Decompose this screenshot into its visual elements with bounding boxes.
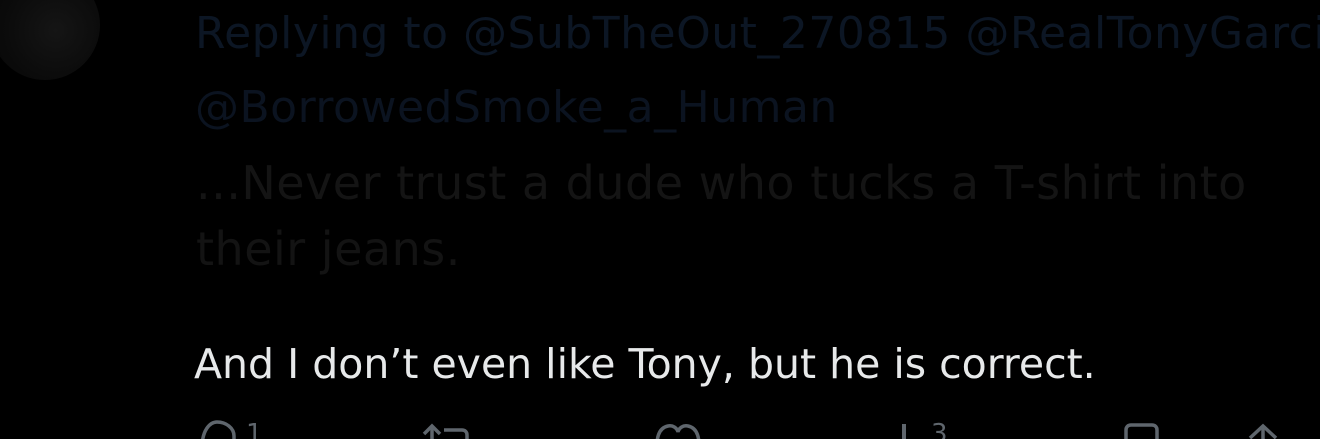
avatar[interactable]	[0, 0, 100, 80]
bookmark-icon	[1122, 418, 1162, 439]
reply-to-line-continued[interactable]: @BorrowedSmoke_a_Human	[195, 82, 838, 133]
reply-to-line[interactable]: Replying to @SubTheOut_270815 @RealTonyG…	[195, 8, 1320, 59]
views-button[interactable]: 3	[893, 418, 948, 439]
share-icon	[1242, 418, 1284, 439]
action-bar: 1 3	[0, 418, 1320, 439]
reply-button[interactable]: 1	[196, 418, 263, 439]
heart-icon	[652, 418, 704, 439]
quoted-text-line-2: their jeans.	[196, 222, 461, 276]
tweet-text: And I don’t even like Tony, but he is co…	[194, 340, 1096, 388]
tweet-screen: Replying to @SubTheOut_270815 @RealTonyG…	[0, 0, 1320, 439]
quoted-text-line-1: ...Never trust a dude who tucks a T-shir…	[196, 156, 1247, 210]
comment-icon	[196, 418, 238, 439]
share-button[interactable]	[1242, 418, 1284, 439]
views-count: 3	[931, 419, 948, 439]
reply-count: 1	[246, 419, 263, 439]
bookmark-button[interactable]	[1122, 418, 1162, 439]
retweet-button[interactable]	[420, 418, 472, 439]
like-button[interactable]	[652, 418, 704, 439]
views-icon	[893, 418, 923, 439]
retweet-icon	[420, 418, 472, 439]
